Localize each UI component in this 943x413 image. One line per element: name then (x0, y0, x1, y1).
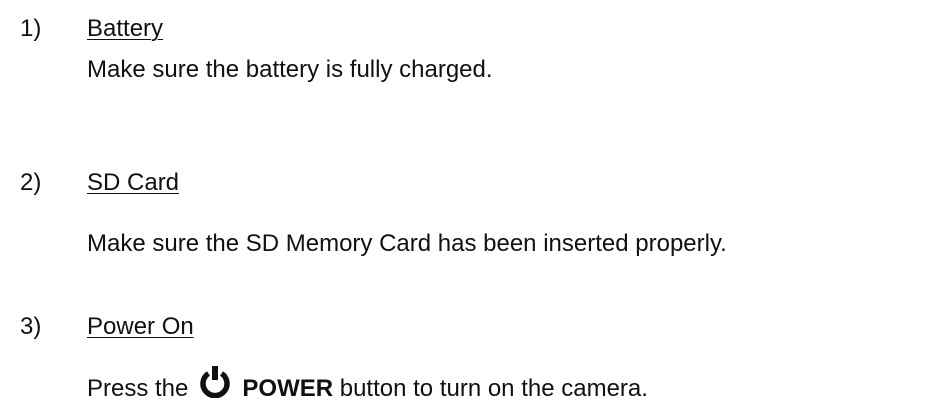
step-text-power-on: Press the POWER button to turn on the ca… (87, 366, 648, 403)
step-number: 3) (20, 313, 42, 340)
step-text-before-icon: Press the (87, 375, 189, 402)
step-text-sd-card: Make sure the SD Memory Card has been in… (87, 230, 727, 257)
power-button-label: POWER (242, 375, 334, 402)
step-text-battery: Make sure the battery is fully charged. (87, 56, 493, 83)
step-heading-sd-card: SD Card (87, 169, 180, 196)
step-number: 1) (20, 15, 42, 42)
step-heading-battery: Battery (87, 15, 164, 42)
step-heading-power-on: Power On (87, 313, 194, 340)
step-number: 2) (20, 169, 42, 196)
step-text-after-icon: button to turn on the camera. (339, 375, 648, 402)
power-icon (198, 366, 232, 403)
